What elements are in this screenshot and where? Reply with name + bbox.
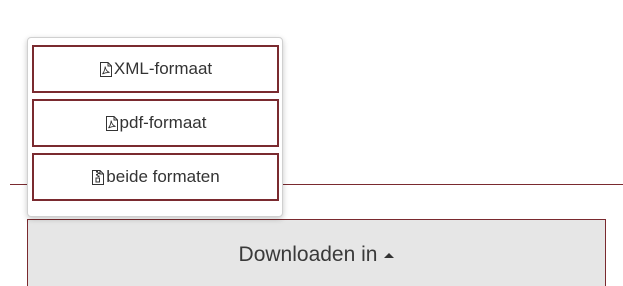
menu-item-xml-format[interactable]: XML-formaat [32, 45, 279, 93]
menu-item-label: pdf-formaat [119, 113, 207, 132]
caret-up-icon [384, 253, 395, 258]
download-button-label: Downloaden in [238, 243, 378, 266]
file-pdf-icon [99, 61, 113, 78]
menu-item-pdf-format[interactable]: pdf-formaat [32, 99, 279, 147]
download-panel: Downloaden in XML-formaat pdf-formaat be… [0, 0, 623, 286]
download-button[interactable]: Downloaden in [27, 219, 606, 286]
file-archive-icon [91, 169, 105, 186]
menu-item-label: XML-formaat [113, 59, 213, 78]
menu-item-both-formats[interactable]: beide formaten [32, 153, 279, 201]
download-format-menu: XML-formaat pdf-formaat beide formaten [27, 37, 283, 217]
menu-item-label: beide formaten [106, 167, 220, 186]
file-pdf-icon [105, 115, 119, 132]
